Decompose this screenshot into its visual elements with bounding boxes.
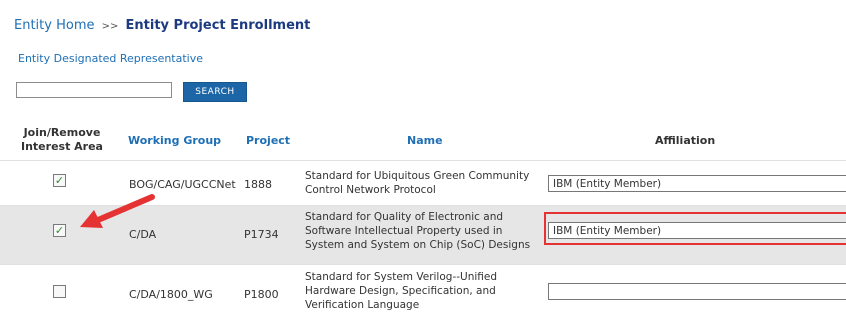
search-input[interactable]	[16, 82, 172, 98]
breadcrumb: Entity Home >> Entity Project Enrollment	[14, 18, 310, 33]
search-button[interactable]: SEARCH	[183, 82, 247, 102]
working-group-cell: BOG/CAG/UGCCNet	[129, 178, 236, 191]
project-cell: P1800	[244, 288, 279, 301]
affiliation-field[interactable]	[548, 175, 846, 192]
project-cell: P1734	[244, 228, 279, 241]
breadcrumb-current: Entity Project Enrollment	[125, 18, 311, 33]
column-header-join-remove: Join/Remove Interest Area	[16, 126, 108, 154]
join-header-line2: Interest Area	[21, 140, 103, 153]
working-group-cell: C/DA/1800_WG	[129, 288, 213, 301]
join-checkbox[interactable]: ✓	[53, 174, 66, 187]
project-name-cell: Standard for Quality of Electronic and S…	[305, 211, 531, 251]
red-arrow-icon	[80, 194, 155, 228]
project-name-cell: Standard for System Verilog--Unified Har…	[305, 271, 498, 311]
breadcrumb-separator: >>	[101, 21, 119, 32]
project-cell: 1888	[244, 178, 272, 191]
join-header-line1: Join/Remove	[23, 126, 101, 139]
column-header-project[interactable]: Project	[246, 134, 290, 147]
project-name-cell: Standard for Ubiquitous Green Community …	[305, 170, 530, 196]
join-checkbox[interactable]	[53, 285, 66, 298]
affiliation-highlight-box	[544, 212, 846, 245]
entity-designated-representative-link[interactable]: Entity Designated Representative	[18, 52, 203, 65]
join-checkbox[interactable]: ✓	[53, 224, 66, 237]
column-header-affiliation: Affiliation	[655, 134, 716, 147]
column-header-name[interactable]: Name	[407, 134, 443, 147]
column-header-working-group[interactable]: Working Group	[128, 134, 221, 147]
breadcrumb-home-link[interactable]: Entity Home	[14, 18, 94, 33]
affiliation-field[interactable]	[548, 283, 846, 300]
table-row: C/DA/1800_WG P1800 Standard for System V…	[0, 264, 846, 311]
